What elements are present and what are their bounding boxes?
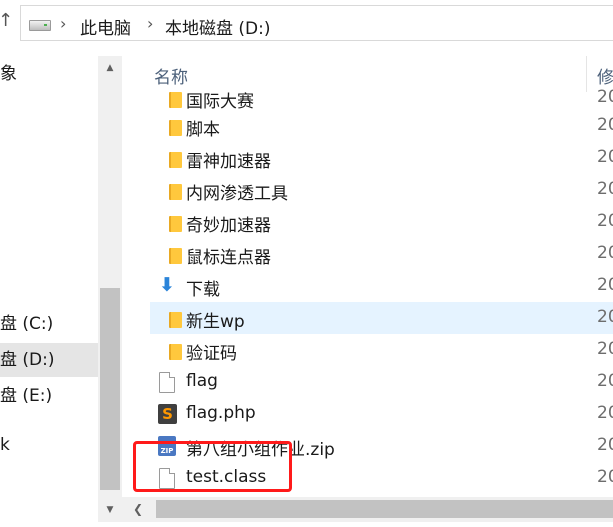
folder-icon	[158, 340, 182, 360]
breadcrumb-this-pc[interactable]: 此电脑	[80, 14, 131, 39]
file-list: ˄ 名称 修 国际大赛 20 脚本 20 雷神加速器 20 内网渗透工具 20 …	[122, 56, 613, 497]
file-name: 雷神加速器	[186, 152, 271, 172]
list-item[interactable]: flag 20	[150, 366, 613, 398]
scroll-left-icon[interactable]: ❮	[126, 499, 150, 519]
scroll-up-icon[interactable]: ▲	[98, 58, 122, 78]
folder-icon	[158, 116, 182, 136]
list-item[interactable]: 雷神加速器 20	[150, 142, 613, 174]
folder-icon	[158, 148, 182, 168]
list-item[interactable]: 内网渗透工具 20	[150, 174, 613, 206]
nav-scrollbar[interactable]: ▲ ▼	[98, 56, 122, 522]
annotation-highlight-box	[133, 441, 292, 492]
list-item[interactable]: 验证码 20	[150, 334, 613, 366]
file-date: 20	[597, 115, 613, 135]
file-date: 20	[597, 339, 613, 359]
address-bar: ↑ › 此电脑 › 本地磁盘 (D:)	[0, 0, 613, 46]
nav-item-drive-e[interactable]: 盘 (E:)	[0, 379, 98, 413]
file-icon	[158, 372, 175, 393]
file-date: 20	[597, 275, 613, 295]
file-name: 奇妙加速器	[186, 216, 271, 236]
download-icon: ⬇	[159, 274, 175, 296]
list-item[interactable]: S flag.php 20	[150, 398, 613, 430]
breadcrumb-local-disk-d[interactable]: 本地磁盘 (D:)	[165, 14, 271, 39]
horizontal-scrollbar-thumb[interactable]	[156, 500, 613, 518]
file-name: flag.php	[186, 403, 256, 423]
file-date: 20	[597, 371, 613, 391]
folder-icon	[158, 308, 182, 328]
file-date: 20	[597, 467, 613, 487]
file-name: 内网渗透工具	[186, 184, 288, 204]
file-date: 20	[597, 87, 613, 107]
file-name: 脚本	[186, 120, 220, 140]
file-name: 新生wp	[186, 312, 245, 332]
horizontal-scrollbar[interactable]: ❮	[122, 497, 613, 522]
drive-icon	[29, 20, 51, 31]
file-date: 20	[597, 147, 613, 167]
navigation-pane: 象 盘 (C:) 盘 (D:) 盘 (E:) k	[0, 56, 98, 522]
nav-item-drive-d[interactable]: 盘 (D:)	[0, 343, 98, 377]
list-item[interactable]: 脚本 20	[150, 110, 613, 142]
nav-item-network[interactable]: k	[0, 428, 98, 462]
folder-icon	[158, 88, 182, 108]
file-name: flag	[186, 371, 218, 391]
scroll-down-icon[interactable]: ▼	[98, 500, 122, 520]
nav-item-drive-c[interactable]: 盘 (C:)	[0, 307, 98, 341]
sublime-text-icon: S	[158, 404, 177, 424]
folder-icon	[158, 244, 182, 264]
sort-ascending-icon: ˄	[359, 56, 366, 66]
file-name: 验证码	[186, 344, 237, 364]
folder-icon	[158, 180, 182, 200]
file-name: 国际大赛	[186, 92, 254, 112]
file-date: 20	[597, 243, 613, 263]
folder-icon	[158, 212, 182, 232]
file-date: 20	[597, 307, 613, 327]
breadcrumb[interactable]: › 此电脑 › 本地磁盘 (D:)	[20, 5, 613, 41]
chevron-right-icon[interactable]: ›	[147, 14, 153, 33]
file-name: 下载	[186, 280, 220, 300]
list-item[interactable]: 奇妙加速器 20	[150, 206, 613, 238]
file-name: 鼠标连点器	[186, 248, 271, 268]
nav-scrollbar-thumb[interactable]	[100, 288, 120, 490]
file-date: 20	[597, 211, 613, 231]
file-date: 20	[597, 435, 613, 455]
chevron-right-icon[interactable]: ›	[60, 14, 66, 33]
list-item-selected[interactable]: 新生wp 20	[150, 302, 613, 334]
list-item[interactable]: ⬇ 下载 20	[150, 270, 613, 302]
file-date: 20	[597, 179, 613, 199]
file-date: 20	[597, 403, 613, 423]
nav-item-objects[interactable]: 象	[0, 57, 98, 91]
up-arrow-icon[interactable]: ↑	[0, 10, 13, 31]
list-item[interactable]: 鼠标连点器 20	[150, 238, 613, 270]
